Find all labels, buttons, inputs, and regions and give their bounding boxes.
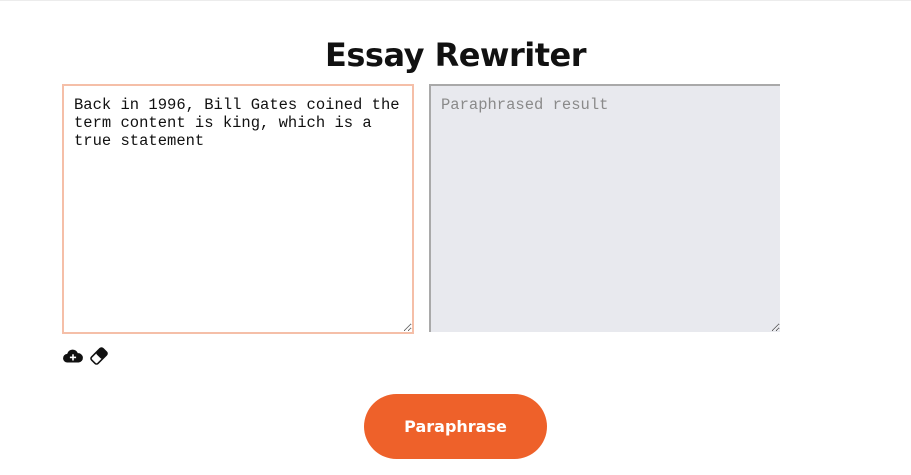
- cloud-upload-icon[interactable]: [62, 345, 84, 367]
- eraser-icon[interactable]: [88, 345, 110, 367]
- output-textarea[interactable]: [429, 84, 780, 332]
- paraphrase-button[interactable]: Paraphrase: [364, 394, 547, 459]
- top-divider: [0, 0, 911, 1]
- editor-tools: [62, 345, 110, 367]
- page-title: Essay Rewriter: [325, 36, 587, 75]
- input-textarea[interactable]: Back in 1996, Bill Gates coined the term…: [62, 84, 414, 334]
